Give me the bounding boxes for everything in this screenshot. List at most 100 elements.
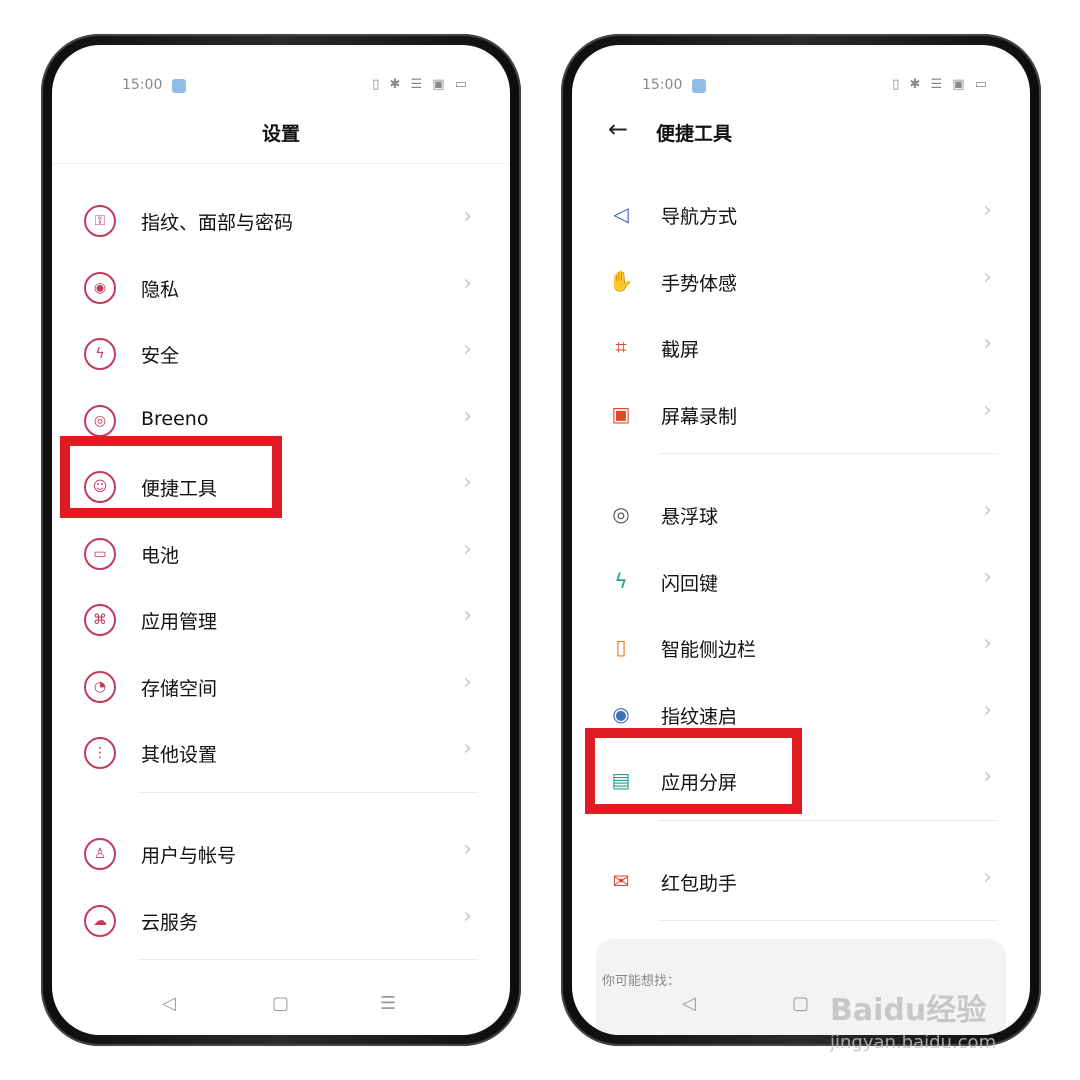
section-divider <box>659 920 998 921</box>
chevron-right-icon: › <box>983 198 992 223</box>
section-divider <box>659 820 998 821</box>
right-phone-frame: 15:00 ▯ ✱ ☰ ▣ ▭ ← 便捷工具 ◁ 导航方式 › ✋ 手势体感 ›… <box>561 34 1041 1046</box>
tools-screen: 15:00 ▯ ✱ ☰ ▣ ▭ ← 便捷工具 ◁ 导航方式 › ✋ 手势体感 ›… <box>572 45 1030 1035</box>
storage-icon: ◔ <box>84 671 116 703</box>
settings-item-label: 存储空间 <box>141 678 218 700</box>
chevron-right-icon: › <box>983 865 992 890</box>
battery-icon: ▭ <box>84 538 116 570</box>
tools-item-screenshot[interactable]: ⌗ 截屏 › <box>572 318 1030 378</box>
chevron-right-icon: › <box>983 265 992 290</box>
settings-item-label: 其他设置 <box>141 744 218 766</box>
settings-item-label: Breeno <box>141 408 209 430</box>
section-divider <box>139 959 478 960</box>
nav-menu-button[interactable]: ☰ <box>380 993 396 1014</box>
status-icons: ▯ ✱ ☰ ▣ ▭ <box>892 77 990 92</box>
chevron-right-icon: › <box>463 603 472 628</box>
status-icons: ▯ ✱ ☰ ▣ ▭ <box>372 77 470 92</box>
chevron-right-icon: › <box>463 537 472 562</box>
back-arrow-icon[interactable]: ← <box>608 115 628 143</box>
settings-item-label: 云服务 <box>141 912 199 934</box>
crop-icon: ⌗ <box>615 335 627 359</box>
chevron-right-icon: › <box>983 498 992 523</box>
chevron-right-icon: › <box>463 337 472 362</box>
navigation-bar: ◁ ▢ ☰ <box>52 993 510 1023</box>
user-icon: ♙ <box>84 838 116 870</box>
lock-icon: ⚿ <box>84 205 116 237</box>
tools-item-navigation[interactable]: ◁ 导航方式 › <box>572 185 1030 245</box>
chevron-right-icon: › <box>463 736 472 761</box>
chevron-right-icon: › <box>983 698 992 723</box>
settings-item-label: 指纹、面部与密码 <box>141 212 294 234</box>
settings-screen: 15:00 ▯ ✱ ☰ ▣ ▭ 设置 ⚿ 指纹、面部与密码 › ◉ 隐私 › ϟ… <box>52 45 510 1035</box>
chevron-right-icon: › <box>463 837 472 862</box>
tools-item-red-packet[interactable]: ✉ 红包助手 › <box>572 852 1030 912</box>
fingerprint-icon: ◉ <box>612 702 630 726</box>
chevron-right-icon: › <box>983 398 992 423</box>
tools-item-label: 闪回键 <box>661 573 719 595</box>
page-title: 便捷工具 <box>656 123 733 145</box>
hand-gesture-icon: ✋ <box>608 269 634 293</box>
tools-item-sidebar[interactable]: ▯ 智能侧边栏 › <box>572 618 1030 678</box>
tools-item-floating-ball[interactable]: ◎ 悬浮球 › <box>572 485 1030 545</box>
settings-item-fingerprint[interactable]: ⚿ 指纹、面部与密码 › <box>52 191 510 251</box>
chevron-right-icon: › <box>463 904 472 929</box>
section-divider <box>659 453 998 454</box>
apps-icon: ⌘ <box>84 604 116 636</box>
nav-back-button[interactable]: ◁ <box>682 993 696 1014</box>
nav-home-button[interactable]: ▢ <box>272 993 289 1014</box>
tools-item-flashback[interactable]: ϟ 闪回键 › <box>572 552 1030 612</box>
watermark-url: jingyan.baidu.com <box>830 1032 997 1053</box>
highlight-box-split-screen <box>585 728 802 814</box>
floating-ball-icon: ◎ <box>612 502 630 526</box>
chevron-right-icon: › <box>983 764 992 789</box>
tools-item-gesture[interactable]: ✋ 手势体感 › <box>572 252 1030 312</box>
chevron-right-icon: › <box>463 404 472 429</box>
header-divider <box>52 163 510 164</box>
more-icon: ⋮ <box>84 737 116 769</box>
eye-icon: ◉ <box>84 272 116 304</box>
suggestion-label: 你可能想找： <box>602 974 681 989</box>
status-time: 15:00 <box>122 77 163 93</box>
notification-icon <box>172 79 186 93</box>
settings-item-cloud[interactable]: ☁ 云服务 › <box>52 891 510 951</box>
settings-item-label: 隐私 <box>141 279 180 301</box>
chevron-right-icon: › <box>983 631 992 656</box>
red-packet-icon: ✉ <box>612 869 630 893</box>
settings-item-other[interactable]: ⋮ 其他设置 › <box>52 723 510 783</box>
section-divider <box>139 792 478 793</box>
settings-item-battery[interactable]: ▭ 电池 › <box>52 524 510 584</box>
settings-item-accounts[interactable]: ♙ 用户与帐号 › <box>52 824 510 884</box>
chevron-right-icon: › <box>983 565 992 590</box>
flashback-icon: ϟ <box>614 569 628 593</box>
cloud-icon: ☁ <box>84 905 116 937</box>
nav-back-button[interactable]: ◁ <box>162 993 176 1014</box>
page-title: 设置 <box>261 123 300 145</box>
chevron-right-icon: › <box>463 670 472 695</box>
settings-item-label: 用户与帐号 <box>141 845 237 867</box>
settings-item-storage[interactable]: ◔ 存储空间 › <box>52 657 510 717</box>
notification-icon <box>692 79 706 93</box>
settings-item-label: 应用管理 <box>141 611 218 633</box>
tools-item-label: 手势体感 <box>661 273 738 295</box>
chevron-right-icon: › <box>463 271 472 296</box>
settings-item-apps[interactable]: ⌘ 应用管理 › <box>52 590 510 650</box>
chevron-right-icon: › <box>463 204 472 229</box>
tools-item-label: 屏幕录制 <box>661 406 738 428</box>
screen-record-icon: ▣ <box>611 402 631 426</box>
highlight-box-tools <box>60 436 282 518</box>
tools-item-label: 指纹速启 <box>661 706 738 728</box>
settings-item-privacy[interactable]: ◉ 隐私 › <box>52 258 510 318</box>
nav-home-button[interactable]: ▢ <box>792 993 809 1014</box>
chevron-right-icon: › <box>463 470 472 495</box>
watermark-logo: Baidu经验 <box>830 993 987 1028</box>
tools-item-label: 悬浮球 <box>661 506 719 528</box>
tools-item-screen-record[interactable]: ▣ 屏幕录制 › <box>572 385 1030 445</box>
status-bar: 15:00 ▯ ✱ ☰ ▣ ▭ <box>642 77 990 97</box>
target-icon: ◎ <box>84 405 116 437</box>
tools-item-label: 导航方式 <box>661 206 738 228</box>
status-bar: 15:00 ▯ ✱ ☰ ▣ ▭ <box>122 77 470 97</box>
settings-item-label: 安全 <box>141 345 180 367</box>
left-phone-frame: 15:00 ▯ ✱ ☰ ▣ ▭ 设置 ⚿ 指纹、面部与密码 › ◉ 隐私 › ϟ… <box>41 34 521 1046</box>
settings-item-security[interactable]: ϟ 安全 › <box>52 324 510 384</box>
tools-item-label: 智能侧边栏 <box>661 639 757 661</box>
